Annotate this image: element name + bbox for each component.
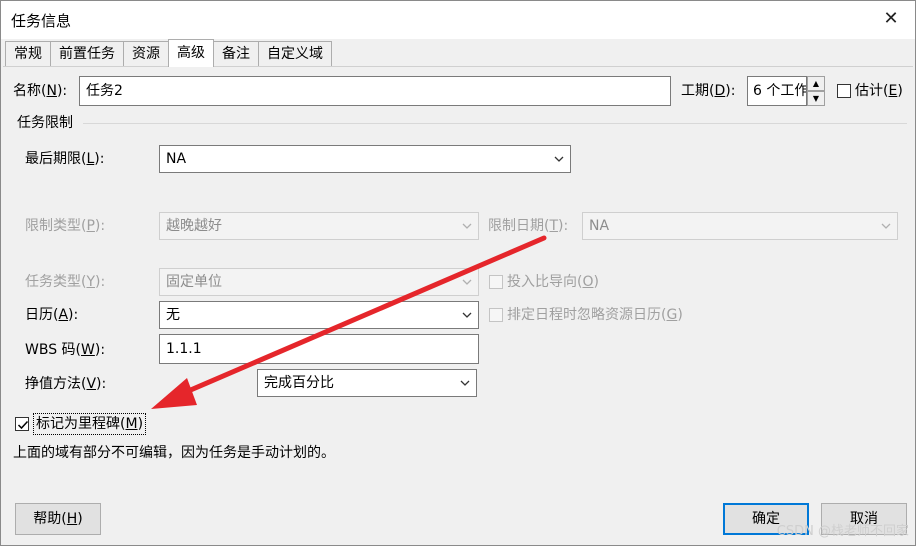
estimate-checkbox[interactable] (837, 84, 851, 98)
checkmark-icon (17, 420, 29, 430)
duration-spinner[interactable]: ▲ ▼ (807, 76, 825, 106)
manual-schedule-note: 上面的域有部分不可编辑，因为任务是手动计划的。 (13, 445, 335, 461)
chevron-down-icon (881, 221, 891, 231)
wbs-input[interactable]: 1.1.1 (159, 334, 479, 364)
task-type-select: 固定单位 (159, 268, 479, 296)
constraints-group-title: 任务限制 (17, 115, 73, 131)
name-input[interactable]: 任务2 (79, 76, 671, 106)
tab-custom-fields[interactable]: 自定义域 (258, 41, 332, 67)
watermark: CSDN @栈老师不回家 (776, 524, 909, 539)
tab-advanced[interactable]: 高级 (168, 39, 214, 67)
close-icon[interactable]: ✕ (879, 7, 903, 31)
name-label: 名称(N): (13, 83, 68, 99)
task-type-label: 任务类型(Y): (25, 274, 106, 290)
effort-driven-label: 投入比导向(O) (507, 274, 599, 290)
deadline-select[interactable]: NA (159, 145, 571, 173)
task-info-dialog: 任务信息 ✕ 常规 前置任务 资源 高级 备注 自定义域 名称(N): 任务2 … (0, 0, 916, 546)
title-bar[interactable]: 任务信息 ✕ (1, 1, 915, 39)
constraint-type-select: 越晚越好 (159, 212, 479, 240)
wbs-label: WBS 码(W): (25, 342, 106, 358)
tab-notes[interactable]: 备注 (213, 41, 259, 67)
chevron-down-icon (462, 277, 472, 287)
tab-general[interactable]: 常规 (5, 41, 51, 67)
milestone-checkbox[interactable] (15, 417, 29, 431)
calendar-label: 日历(A): (25, 307, 79, 323)
constraint-type-label: 限制类型(P): (25, 218, 106, 234)
milestone-label[interactable]: 标记为里程碑(M) (33, 413, 147, 435)
chevron-down-icon (462, 310, 472, 320)
tab-predecessors[interactable]: 前置任务 (50, 41, 124, 67)
help-button[interactable]: 帮助(H) (15, 503, 101, 535)
spin-down-icon[interactable]: ▼ (807, 91, 825, 106)
task-type-value: 固定单位 (166, 274, 222, 290)
tab-resources[interactable]: 资源 (123, 41, 169, 67)
spin-up-icon[interactable]: ▲ (807, 76, 825, 91)
ignore-resource-calendar-checkbox (489, 308, 503, 322)
earned-value-label: 挣值方法(V): (25, 376, 107, 392)
tab-strip: 常规 前置任务 资源 高级 备注 自定义域 (5, 39, 332, 67)
dialog-title: 任务信息 (11, 12, 72, 30)
constraint-date-label: 限制日期(T): (488, 218, 569, 234)
calendar-value: 无 (166, 307, 180, 323)
ignore-resource-calendar-label: 排定日程时忽略资源日历(G) (507, 307, 683, 323)
effort-driven-checkbox (489, 275, 503, 289)
earned-value-value: 完成百分比 (264, 375, 334, 391)
duration-label: 工期(D): (681, 83, 736, 99)
chevron-down-icon (460, 378, 470, 388)
calendar-select[interactable]: 无 (159, 301, 479, 329)
constraint-type-value: 越晚越好 (166, 218, 222, 234)
constraint-date-value: NA (589, 218, 610, 234)
estimate-label: 估计(E) (855, 83, 903, 99)
duration-input[interactable]: 6 个工作 (747, 76, 807, 106)
constraint-date-select: NA (582, 212, 898, 240)
deadline-label: 最后期限(L): (25, 151, 105, 167)
chevron-down-icon (462, 221, 472, 231)
advanced-panel: 名称(N): 任务2 工期(D): 6 个工作 ▲ ▼ 估计(E) 任务限制 最… (3, 66, 913, 544)
chevron-down-icon (554, 154, 564, 164)
group-divider (83, 123, 907, 124)
earned-value-select[interactable]: 完成百分比 (257, 369, 477, 397)
deadline-value: NA (166, 151, 187, 167)
